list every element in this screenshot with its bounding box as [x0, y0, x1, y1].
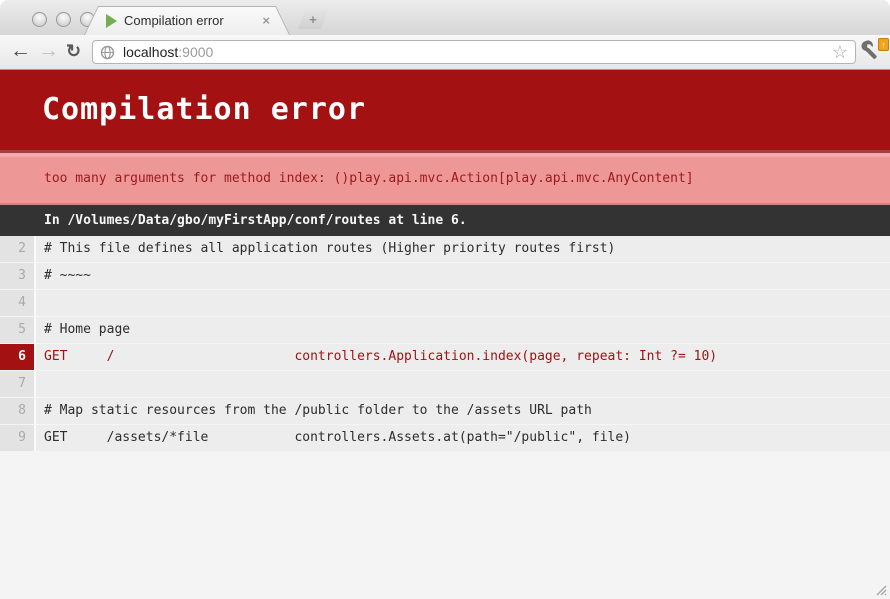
code-row: 2 # This file defines all application ro…: [0, 236, 890, 263]
play-framework-favicon-icon: [106, 14, 117, 28]
code-row: 5 # Home page: [0, 317, 890, 344]
url-port: :9000: [178, 44, 213, 60]
line-number: 9: [0, 425, 36, 451]
line-number: 3: [0, 263, 36, 289]
line-text: # ~~~~: [36, 263, 890, 289]
chrome-menu-wrench-button[interactable]: ↑: [860, 39, 887, 65]
address-bar[interactable]: localhost:9000 ☆: [92, 40, 856, 64]
tab-strip: Compilation error × +: [0, 0, 890, 35]
line-number: 7: [0, 371, 36, 397]
line-text: GET /assets/*file controllers.Assets.at(…: [36, 425, 890, 451]
url-text[interactable]: localhost:9000: [123, 44, 213, 60]
code-lines: 2 # This file defines all application ro…: [0, 236, 890, 452]
tab-close-icon[interactable]: ×: [262, 13, 270, 28]
forward-button[interactable]: →: [38, 35, 59, 69]
code-row: 9 GET /assets/*file controllers.Assets.a…: [0, 425, 890, 452]
globe-icon: [100, 45, 115, 60]
line-number: 2: [0, 236, 36, 262]
code-row: 6 GET / controllers.Application.index(pa…: [0, 344, 890, 371]
code-row: 4: [0, 290, 890, 317]
line-number: 8: [0, 398, 36, 424]
window-resize-grip[interactable]: [873, 582, 887, 596]
tab-compilation-error[interactable]: Compilation error ×: [84, 6, 290, 35]
window-close-button[interactable]: [32, 12, 47, 27]
line-text: [36, 290, 890, 316]
page-title: Compilation error: [0, 70, 890, 127]
code-row: 8 # Map static resources from the /publi…: [0, 398, 890, 425]
window-minimize-button[interactable]: [56, 12, 71, 27]
code-row: 3 # ~~~~: [0, 263, 890, 290]
error-location-bar: In /Volumes/Data/gbo/myFirstApp/conf/rou…: [0, 205, 890, 236]
reload-button[interactable]: ↻: [66, 35, 81, 69]
line-text: # This file defines all application rout…: [36, 236, 890, 262]
error-location: In /Volumes/Data/gbo/myFirstApp/conf/rou…: [44, 213, 467, 228]
back-button[interactable]: ←: [10, 35, 31, 69]
code-row: 7: [0, 371, 890, 398]
url-host: localhost: [123, 44, 178, 60]
navigation-toolbar: ← → ↻ localhost:9000 ☆ ↑: [0, 35, 890, 70]
line-number: 5: [0, 317, 36, 343]
error-message: too many arguments for method index: ()p…: [44, 171, 694, 186]
update-available-badge: ↑: [878, 38, 889, 51]
line-text: GET / controllers.Application.index(page…: [36, 344, 890, 370]
error-message-banner: too many arguments for method index: ()p…: [0, 150, 890, 205]
browser-window: Compilation error × + ← → ↻ localhost:90…: [0, 0, 890, 599]
error-page-header: Compilation error: [0, 70, 890, 150]
line-text: # Home page: [36, 317, 890, 343]
line-number: 6: [0, 344, 36, 370]
line-text: # Map static resources from the /public …: [36, 398, 890, 424]
line-text: [36, 371, 890, 397]
bookmark-star-icon[interactable]: ☆: [832, 43, 848, 61]
new-tab-button[interactable]: +: [298, 11, 328, 29]
tab-title: Compilation error: [124, 13, 256, 28]
line-number: 4: [0, 290, 36, 316]
